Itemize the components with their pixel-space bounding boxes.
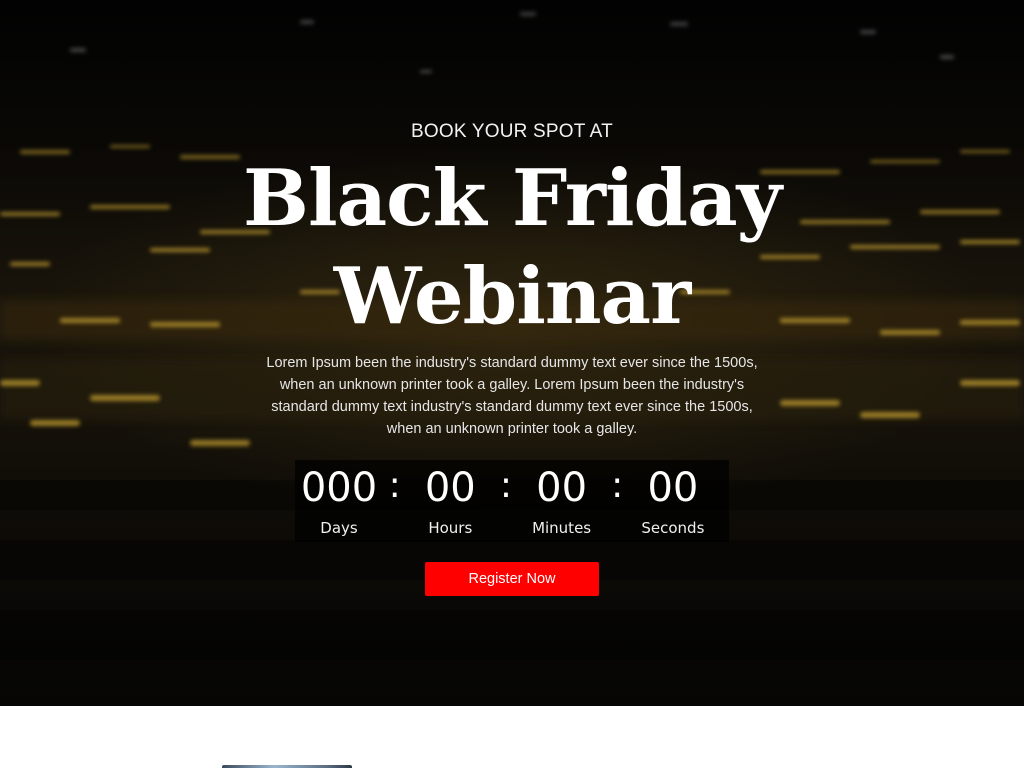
hero-kicker: BOOK YOUR SPOT AT [411, 121, 613, 142]
countdown-hours-value: 00 [424, 465, 476, 511]
countdown-timer: 000 Days : 00 Hours : 00 Minutes : 00 Se… [295, 460, 729, 542]
hero-section: BOOK YOUR SPOT AT Black Friday Webinar L… [0, 0, 1024, 706]
countdown-seconds: 00 Seconds [629, 460, 717, 538]
hero-title-line-1: Black Friday [243, 153, 782, 244]
countdown-hours-label: Hours [428, 519, 473, 537]
register-now-button[interactable]: Register Now [425, 562, 599, 596]
countdown-separator: : [499, 465, 513, 506]
countdown-hours: 00 Hours [406, 460, 494, 538]
hero-title: Black Friday Webinar [0, 150, 1024, 346]
countdown-seconds-value: 00 [647, 465, 699, 511]
countdown-minutes-value: 00 [536, 465, 588, 511]
hero-title-line-2: Webinar [333, 251, 691, 342]
countdown-seconds-label: Seconds [641, 519, 705, 537]
countdown-minutes-label: Minutes [532, 519, 592, 537]
countdown-separator: : [388, 465, 401, 506]
countdown-days: 000 Days [295, 460, 383, 538]
hero-description: Lorem Ipsum been the industry's standard… [266, 355, 758, 437]
countdown-separator: : [611, 465, 624, 506]
countdown-minutes: 00 Minutes [518, 460, 606, 538]
content-section [0, 706, 1024, 768]
countdown-days-label: Days [320, 519, 358, 537]
countdown-days-value: 000 [300, 465, 378, 511]
